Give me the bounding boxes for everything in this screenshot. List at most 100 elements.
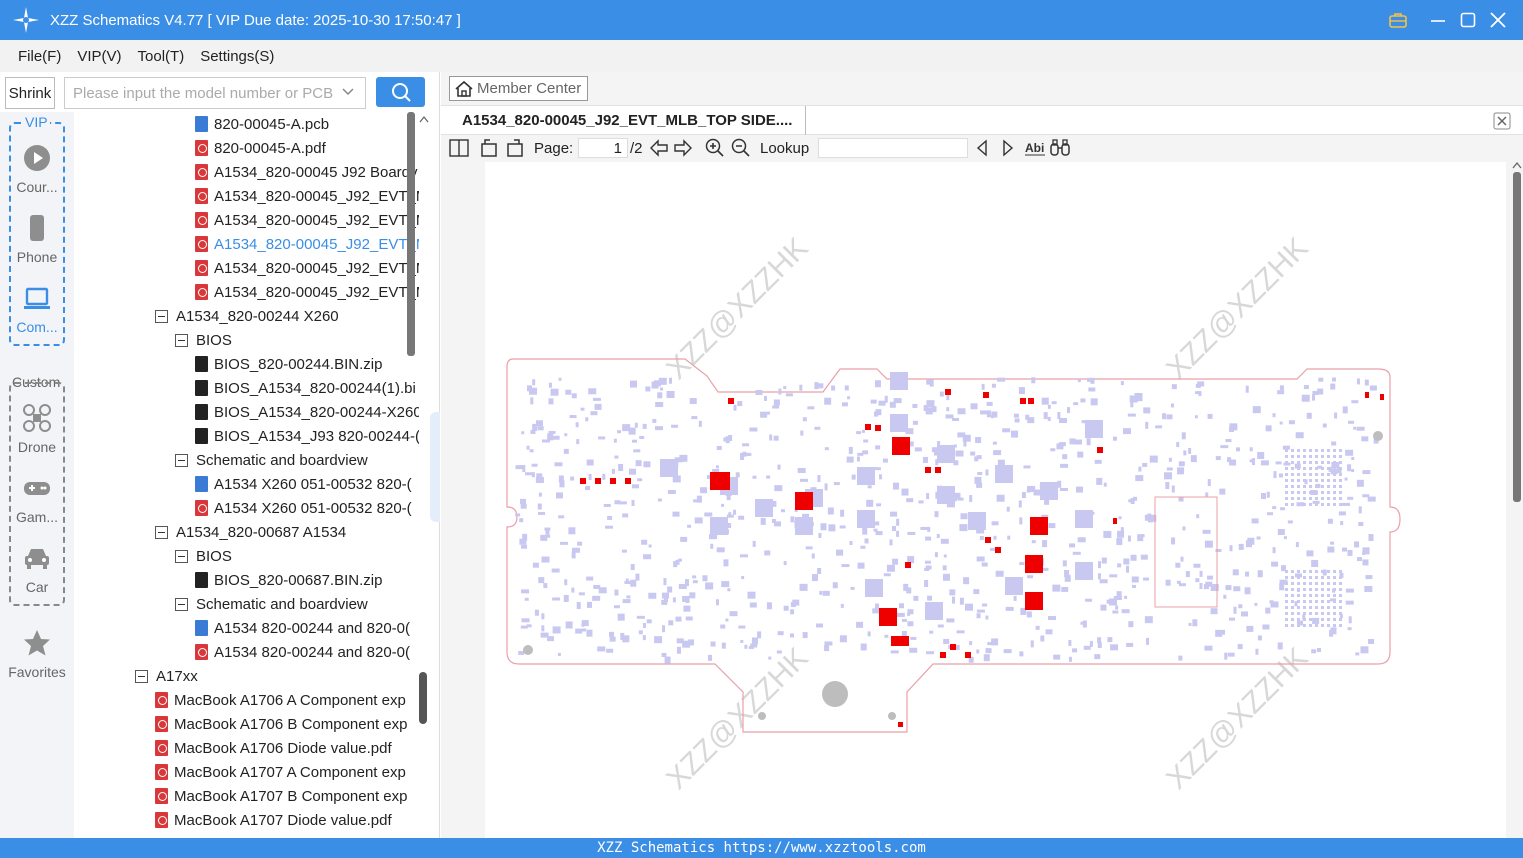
highlighted-part[interactable] [950,644,956,650]
pcb-component[interactable] [840,509,845,517]
pcb-component[interactable] [634,422,638,428]
bga-pad[interactable] [1303,491,1306,494]
bga-pad[interactable] [1321,503,1324,506]
bga-pad[interactable] [1333,449,1336,452]
pcb-component[interactable] [1109,598,1118,606]
highlighted-part[interactable] [1025,555,1043,573]
pcb-component[interactable] [643,461,651,468]
pcb-component[interactable] [1014,418,1020,423]
pcb-component[interactable] [1099,579,1108,584]
pcb-component[interactable] [1362,547,1370,555]
bga-pad[interactable] [1339,449,1342,452]
bga-pad[interactable] [1339,461,1342,464]
tree-file[interactable]: MacBook A1706 Diode value.pdf [155,736,392,760]
pcb-component[interactable] [720,624,726,629]
pcb-component[interactable] [939,391,944,397]
pcb-component[interactable] [1360,646,1369,654]
pcb-component[interactable] [819,590,823,595]
pcb-component[interactable] [1279,385,1284,391]
pcb-component[interactable] [648,592,657,599]
pcb-component[interactable] [522,533,528,541]
pcb-component[interactable] [970,403,978,410]
pcb-component[interactable] [1058,442,1066,447]
pcb-component[interactable] [1040,635,1045,642]
pcb-component[interactable] [1215,629,1223,637]
pcb-component[interactable] [1087,377,1093,382]
pcb-component[interactable] [1127,535,1131,542]
pcb-component[interactable] [1120,381,1124,386]
pcb-component[interactable] [771,518,776,523]
pcb-component[interactable] [1165,579,1171,586]
pcb-component[interactable] [875,445,881,450]
pcb-component[interactable] [985,615,989,620]
pcb-component[interactable] [912,403,918,408]
pcb-component[interactable] [783,561,787,566]
pcb-component[interactable] [606,648,614,653]
bga-pad[interactable] [1339,570,1342,573]
pcb-component[interactable] [590,411,598,416]
pcb-component[interactable] [702,575,708,582]
pcb-component[interactable] [1233,606,1237,614]
pcb-component[interactable] [929,630,934,634]
pcb-component[interactable] [886,564,895,572]
pcb-component[interactable] [1094,654,1101,660]
highlighted-part[interactable] [995,547,1001,553]
find-prev-icon[interactable] [973,138,991,158]
pcb-component[interactable] [936,534,940,539]
pcb-component[interactable] [1121,609,1130,614]
pcb-component[interactable] [698,420,702,427]
pcb-component[interactable] [1107,637,1113,643]
pcb-component[interactable] [867,631,871,637]
pcb-component[interactable] [1368,639,1375,645]
pcb-component[interactable] [1048,523,1056,529]
bga-pad[interactable] [1321,582,1324,585]
pcb-component[interactable] [537,503,542,510]
pcb-component[interactable] [1357,557,1363,562]
pcb-component[interactable] [986,410,991,418]
pcb-component[interactable] [811,574,818,582]
pcb-component[interactable] [630,380,638,388]
pcb-chip[interactable] [795,517,813,535]
pcb-component[interactable] [586,601,592,608]
pcb-component[interactable] [1367,496,1376,502]
pcb-component[interactable] [655,402,664,408]
bga-pad[interactable] [1309,485,1312,488]
pcb-component[interactable] [1219,488,1226,495]
mounting-hole[interactable] [523,645,533,655]
bga-pad[interactable] [1303,576,1306,579]
viewer-scroll-up-icon[interactable] [1511,160,1523,170]
pcb-component[interactable] [1096,477,1103,485]
pcb-component[interactable] [870,399,877,404]
pcb-chip[interactable] [857,510,875,528]
highlighted-part[interactable] [1028,398,1034,404]
pcb-component[interactable] [1327,546,1335,553]
pcb-component[interactable] [789,633,794,638]
bga-pad[interactable] [1339,588,1342,591]
pcb-component[interactable] [581,620,589,627]
bga-pad[interactable] [1303,497,1306,500]
pcb-component[interactable] [1124,595,1128,599]
highlighted-part[interactable] [580,478,586,484]
bga-pad[interactable] [1315,594,1318,597]
pcb-component[interactable] [1006,506,1010,512]
pcb-component[interactable] [1003,649,1012,654]
pcb-component[interactable] [558,515,565,519]
pcb-component[interactable] [907,531,916,535]
pcb-component[interactable] [846,456,854,463]
pcb-component[interactable] [1254,602,1258,606]
bga-pad[interactable] [1321,588,1324,591]
pcb-component[interactable] [560,541,569,545]
pcb-component[interactable] [986,401,993,406]
pcb-component[interactable] [1345,588,1354,593]
pcb-component[interactable] [620,632,625,640]
pcb-component[interactable] [1345,449,1354,456]
pcb-component[interactable] [571,587,575,593]
pcb-component[interactable] [1348,420,1355,424]
pcb-component[interactable] [942,573,950,581]
bga-pad[interactable] [1321,479,1324,482]
pcb-component[interactable] [588,473,592,480]
pcb-component[interactable] [621,549,627,553]
pcb-component[interactable] [839,635,847,643]
pcb-component[interactable] [1013,595,1017,601]
pcb-component[interactable] [1073,402,1079,406]
